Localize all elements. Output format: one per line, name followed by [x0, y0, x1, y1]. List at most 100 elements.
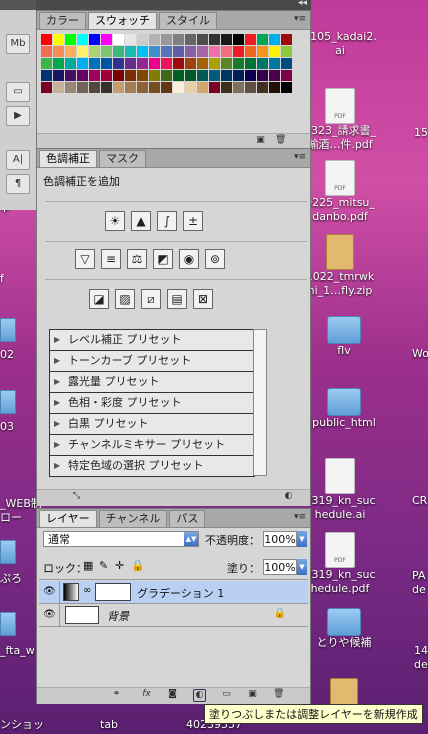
color-swatch[interactable] [137, 58, 148, 69]
color-swatch[interactable] [281, 34, 292, 45]
color-swatch[interactable] [221, 46, 232, 57]
paragraph-icon[interactable]: ¶ [6, 174, 30, 194]
color-swatch[interactable] [221, 58, 232, 69]
color-swatch[interactable] [89, 46, 100, 57]
color-swatch[interactable] [161, 58, 172, 69]
color-swatch[interactable] [53, 70, 64, 81]
desktop-folder[interactable]: とりや候補 [300, 608, 388, 650]
color-swatch[interactable] [233, 46, 244, 57]
color-swatch[interactable] [245, 82, 256, 93]
color-swatch[interactable] [53, 58, 64, 69]
color-swatch[interactable] [245, 70, 256, 81]
bridge-icon[interactable]: Mb [6, 34, 30, 54]
color-swatch[interactable] [101, 46, 112, 57]
color-swatch[interactable] [245, 58, 256, 69]
color-swatch[interactable] [257, 46, 268, 57]
color-swatch[interactable] [65, 82, 76, 93]
color-swatch[interactable] [209, 34, 220, 45]
color-swatch[interactable] [197, 82, 208, 93]
color-swatch[interactable] [161, 70, 172, 81]
desktop-left-label[interactable]: ぷろ [0, 570, 22, 586]
tab-paths[interactable]: パス [169, 510, 206, 527]
color-swatch[interactable] [197, 34, 208, 45]
color-swatch[interactable] [89, 34, 100, 45]
add-mask-icon[interactable]: ◙ [167, 689, 178, 700]
color-swatch[interactable] [65, 46, 76, 57]
color-swatch[interactable] [185, 46, 196, 57]
lock-paint-icon[interactable]: ✎ [99, 559, 108, 572]
desktop-bottom-label[interactable]: tab [100, 718, 118, 731]
color-swatch[interactable] [173, 58, 184, 69]
color-swatch[interactable] [185, 58, 196, 69]
invert-icon[interactable]: ◪ [89, 289, 109, 309]
color-swatch[interactable] [233, 70, 244, 81]
color-swatch[interactable] [125, 82, 136, 93]
desktop-folder[interactable]: flv [300, 316, 388, 358]
color-swatch[interactable] [101, 58, 112, 69]
color-balance-icon[interactable]: ⚖ [127, 249, 147, 269]
color-swatch[interactable] [257, 70, 268, 81]
panel-menu-icon[interactable]: ▾≡ [294, 512, 306, 522]
preset-black-white[interactable]: 白黒 プリセット [50, 414, 254, 435]
hue-saturation-icon[interactable]: ≡ [101, 249, 121, 269]
chevron-down-icon[interactable]: ▼ [297, 559, 307, 575]
color-swatch[interactable] [185, 70, 196, 81]
blend-mode-select[interactable]: 通常 ▲▼ [43, 531, 199, 547]
tab-channels[interactable]: チャンネル [98, 510, 168, 527]
opacity-input[interactable]: 100% [263, 531, 297, 547]
vibrance-icon[interactable]: ▽ [75, 249, 95, 269]
channel-mixer-icon[interactable]: ⊚ [205, 249, 225, 269]
preset-curves[interactable]: トーンカーブ プリセット [50, 351, 254, 372]
folder-icon[interactable] [0, 318, 16, 342]
color-swatch[interactable] [41, 70, 52, 81]
desktop-right-label[interactable]: PA [412, 569, 425, 582]
desktop-right-label[interactable]: de [412, 583, 426, 596]
tab-adjustments[interactable]: 色調補正 [39, 150, 97, 167]
desktop-folder[interactable]: public_html [300, 388, 388, 430]
color-swatch[interactable] [233, 58, 244, 69]
color-swatch[interactable] [149, 82, 160, 93]
panel-grip[interactable] [0, 0, 36, 10]
color-swatch[interactable] [269, 46, 280, 57]
color-swatch[interactable] [161, 34, 172, 45]
desktop-right-label[interactable]: 14 [414, 644, 428, 657]
color-swatch[interactable] [77, 70, 88, 81]
posterize-icon[interactable]: ▨ [115, 289, 135, 309]
new-swatch-icon[interactable]: ▣ [255, 135, 266, 146]
desktop-right-label[interactable]: CR [412, 494, 427, 507]
expand-view-icon[interactable]: ⤡ [71, 491, 82, 502]
color-swatch[interactable] [209, 70, 220, 81]
layer-mask-thumb[interactable] [95, 583, 131, 601]
color-swatch[interactable] [269, 70, 280, 81]
eye-icon[interactable]: 👁 [43, 609, 56, 621]
color-swatch[interactable] [257, 34, 268, 45]
new-group-icon[interactable]: ▭ [221, 689, 232, 700]
color-swatch[interactable] [77, 82, 88, 93]
color-swatch[interactable] [149, 46, 160, 57]
color-swatch[interactable] [113, 46, 124, 57]
color-swatch[interactable] [137, 34, 148, 45]
preset-exposure[interactable]: 露光量 プリセット [50, 372, 254, 393]
exposure-icon[interactable]: ± [183, 211, 203, 231]
color-swatch[interactable] [53, 46, 64, 57]
color-swatch[interactable] [125, 46, 136, 57]
tab-swatches[interactable]: スウォッチ [88, 12, 157, 29]
panel-menu-icon[interactable]: ▾≡ [294, 152, 306, 162]
color-swatch[interactable] [65, 70, 76, 81]
color-swatch[interactable] [233, 34, 244, 45]
chevron-down-icon[interactable]: ▼ [297, 531, 307, 547]
color-swatch[interactable] [125, 58, 136, 69]
new-layer-icon[interactable]: ▣ [247, 689, 258, 700]
panel-dock-bar[interactable]: ◂◂ [36, 0, 311, 10]
tab-masks[interactable]: マスク [99, 150, 146, 167]
layer-row[interactable]: 👁 ∞ グラデーション 1 [39, 581, 308, 604]
clip-visibility-icon[interactable]: ◐ [283, 491, 294, 502]
selective-color-icon[interactable]: ⊠ [193, 289, 213, 309]
color-swatch[interactable] [77, 34, 88, 45]
color-swatch[interactable] [269, 82, 280, 93]
eye-icon[interactable]: 👁 [43, 586, 56, 598]
color-swatch[interactable] [245, 46, 256, 57]
color-swatch[interactable] [257, 58, 268, 69]
color-swatch[interactable] [161, 46, 172, 57]
preset-levels[interactable]: レベル補正 プリセット [50, 330, 254, 351]
